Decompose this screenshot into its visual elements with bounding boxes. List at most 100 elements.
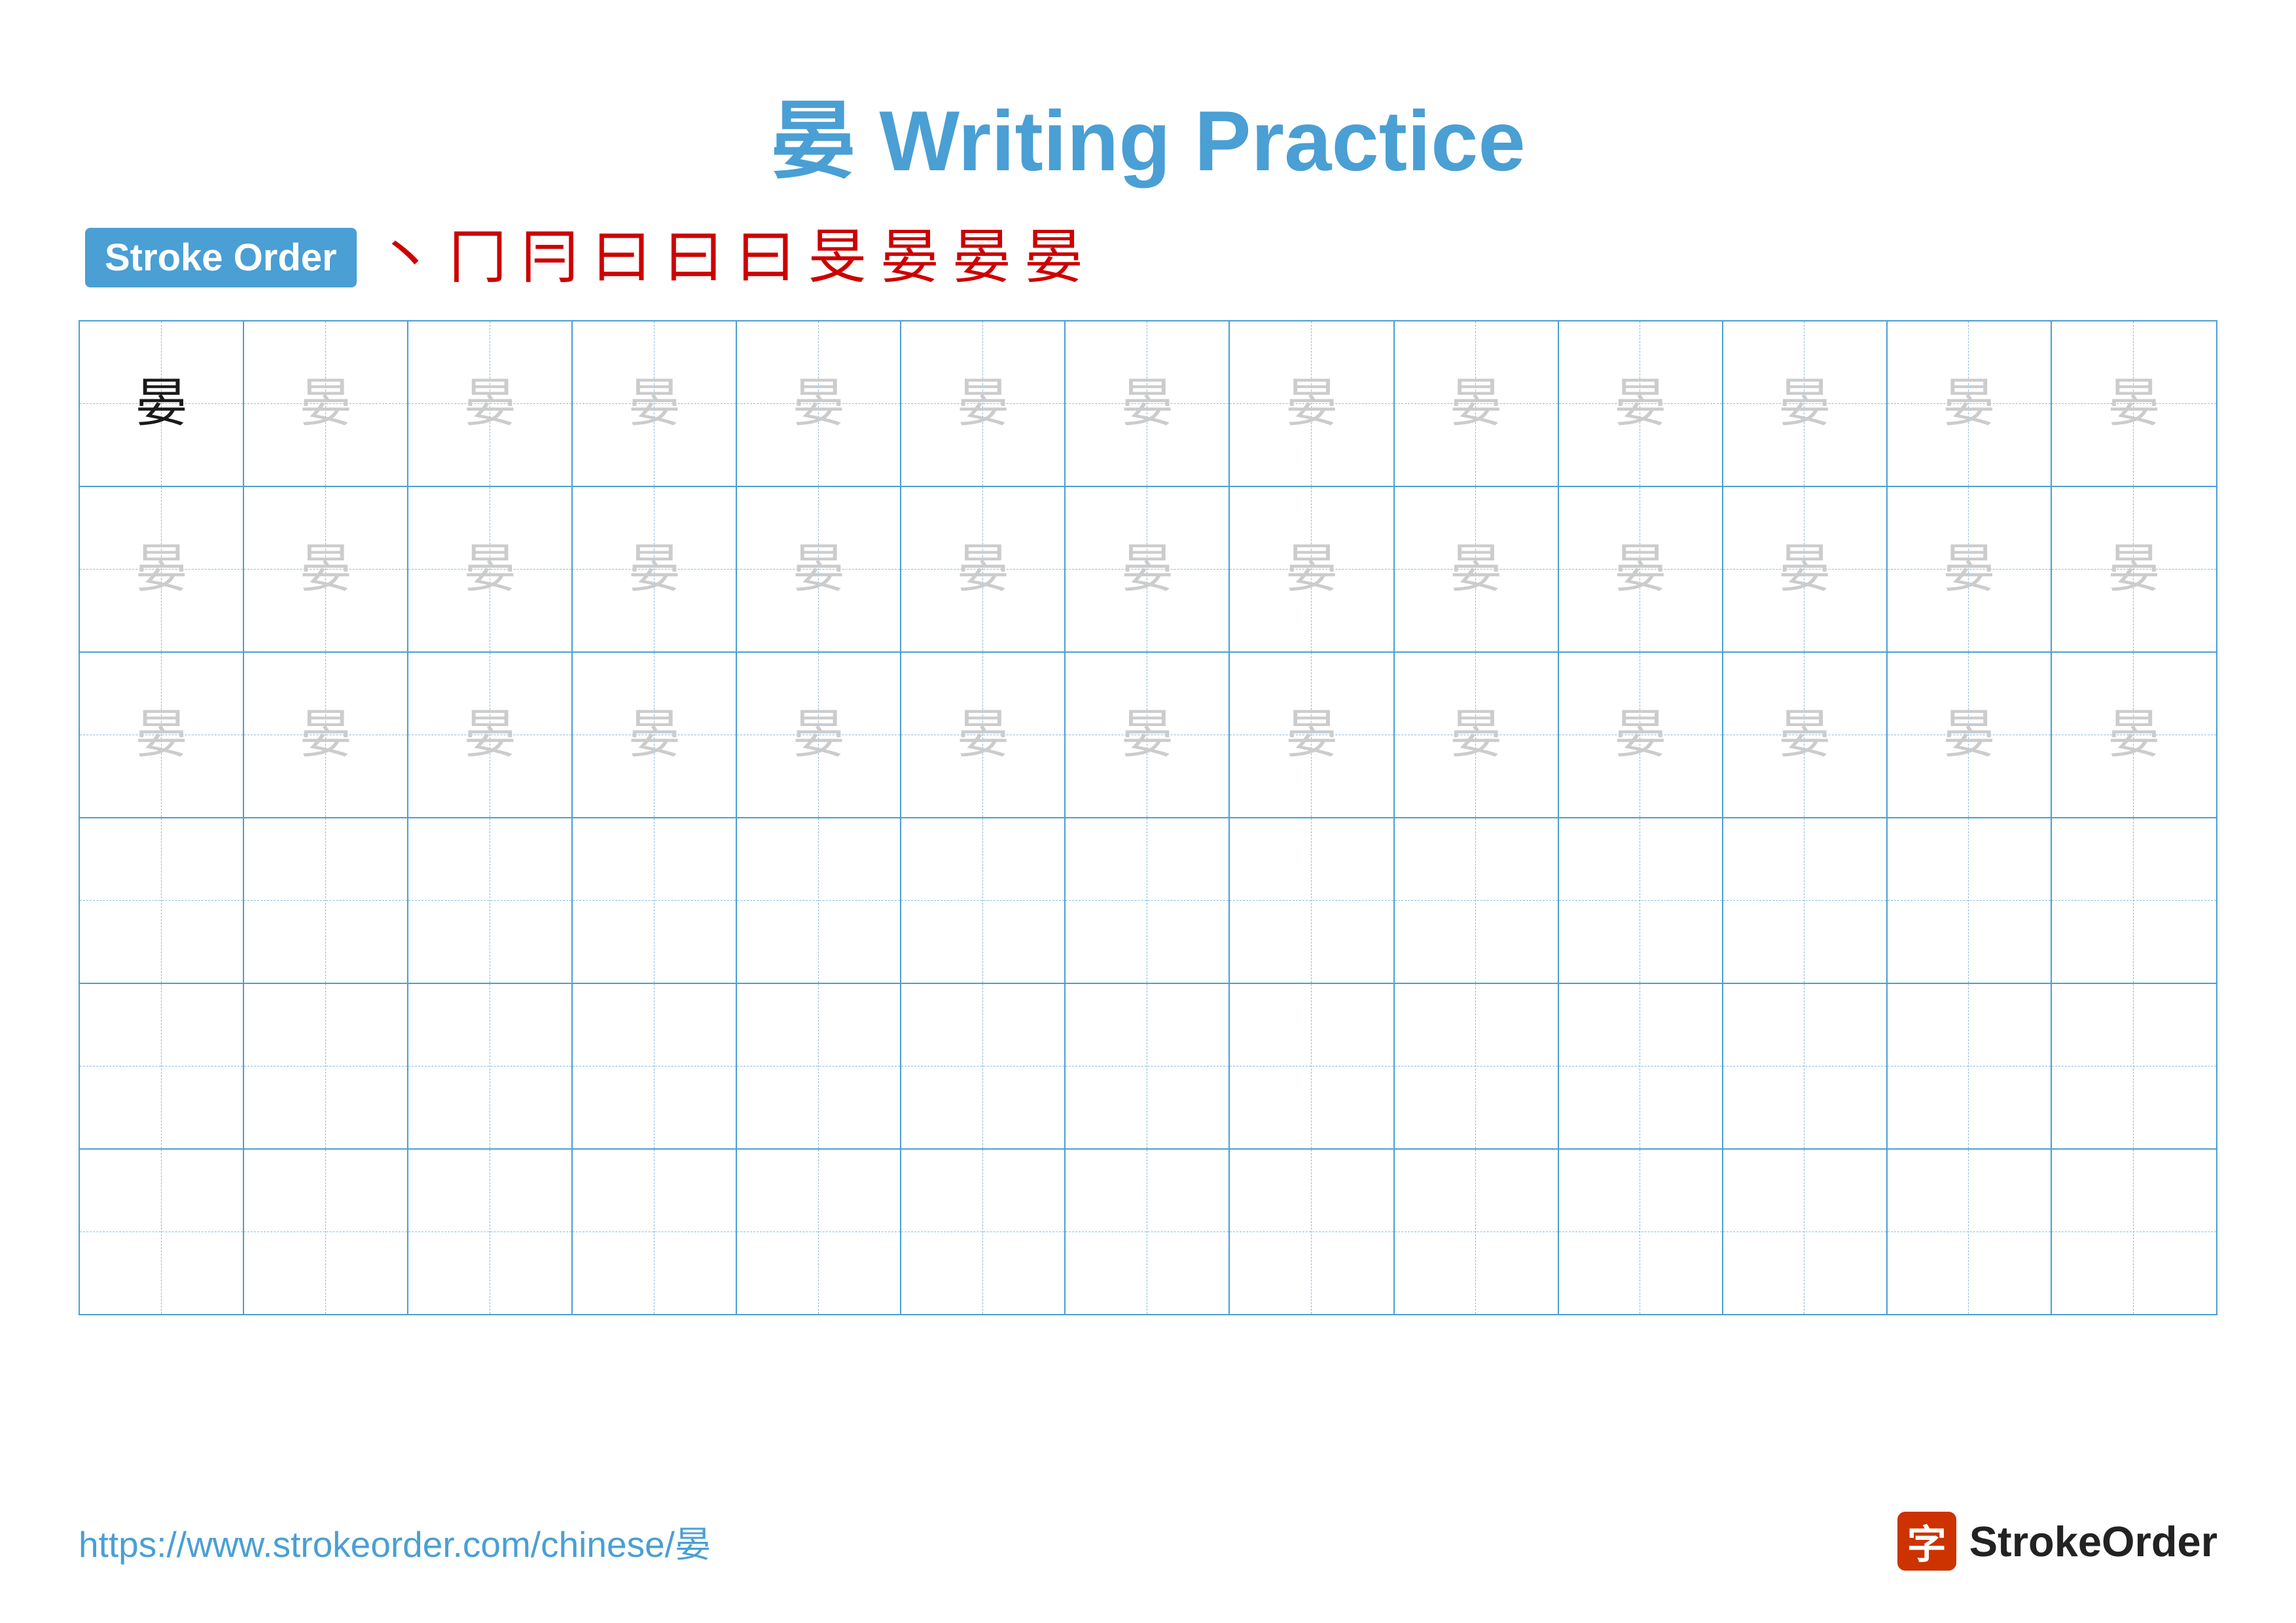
grid-cell-1-1[interactable]: 晏 [80,321,244,486]
grid-cell-3-13[interactable]: 晏 [2052,653,2216,817]
grid-cell-4-1[interactable] [80,818,244,983]
grid-cell-5-3[interactable] [408,984,573,1148]
grid-cell-4-12[interactable] [1888,818,2052,983]
page-title: 晏 Writing Practice [770,93,1525,189]
grid-cell-6-6[interactable] [901,1150,1066,1314]
stroke-step-4: 曰 [592,228,651,287]
grid-cell-4-7[interactable] [1066,818,1230,983]
grid-cell-6-5[interactable] [737,1150,901,1314]
grid-cell-1-3[interactable]: 晏 [408,321,573,486]
logo-char: 字 [1907,1513,1946,1570]
grid-cell-4-11[interactable] [1723,818,1888,983]
grid-cell-6-8[interactable] [1230,1150,1394,1314]
grid-cell-2-8[interactable]: 晏 [1230,487,1394,651]
footer-logo: 字 StrokeOrder [1897,1512,2217,1571]
grid-cell-3-10[interactable]: 晏 [1559,653,1723,817]
grid-cell-5-4[interactable] [573,984,737,1148]
grid-cell-4-4[interactable] [573,818,737,983]
grid-row-2: 晏 晏 晏 晏 晏 晏 晏 晏 晏 晏 晏 晏 晏 [80,487,2216,653]
char-light: 晏 [1450,709,1502,761]
grid-cell-2-12[interactable]: 晏 [1888,487,2052,651]
grid-cell-2-5[interactable]: 晏 [737,487,901,651]
stroke-step-8: 晏 [880,228,939,287]
grid-cell-1-2[interactable]: 晏 [244,321,408,486]
char-light: 晏 [464,709,516,761]
grid-cell-3-11[interactable]: 晏 [1723,653,1888,817]
grid-cell-5-12[interactable] [1888,984,2052,1148]
char-light: 晏 [1614,709,1666,761]
grid-cell-1-8[interactable]: 晏 [1230,321,1394,486]
grid-cell-6-13[interactable] [2052,1150,2216,1314]
grid-cell-2-11[interactable]: 晏 [1723,487,1888,651]
grid-cell-6-12[interactable] [1888,1150,2052,1314]
char-light: 晏 [628,543,681,596]
grid-cell-6-10[interactable] [1559,1150,1723,1314]
grid-cell-3-1[interactable]: 晏 [80,653,244,817]
grid-cell-2-10[interactable]: 晏 [1559,487,1723,651]
char-light: 晏 [1450,543,1502,596]
grid-cell-5-5[interactable] [737,984,901,1148]
grid-cell-3-9[interactable]: 晏 [1395,653,1559,817]
grid-cell-4-8[interactable] [1230,818,1394,983]
grid-cell-2-2[interactable]: 晏 [244,487,408,651]
grid-cell-2-3[interactable]: 晏 [408,487,573,651]
grid-cell-5-1[interactable] [80,984,244,1148]
grid-cell-1-5[interactable]: 晏 [737,321,901,486]
grid-cell-1-9[interactable]: 晏 [1395,321,1559,486]
grid-cell-4-9[interactable] [1395,818,1559,983]
grid-cell-3-3[interactable]: 晏 [408,653,573,817]
grid-cell-5-2[interactable] [244,984,408,1148]
grid-row-3: 晏 晏 晏 晏 晏 晏 晏 晏 晏 晏 晏 晏 晏 [80,653,2216,818]
grid-cell-5-11[interactable] [1723,984,1888,1148]
grid-cell-4-13[interactable] [2052,818,2216,983]
grid-cell-3-7[interactable]: 晏 [1066,653,1230,817]
grid-cell-6-1[interactable] [80,1150,244,1314]
grid-cell-3-12[interactable]: 晏 [1888,653,2052,817]
grid-cell-4-5[interactable] [737,818,901,983]
char-light: 晏 [1121,378,1174,430]
char-light: 晏 [628,709,681,761]
grid-cell-6-11[interactable] [1723,1150,1888,1314]
char-light: 晏 [300,709,352,761]
grid-cell-1-12[interactable]: 晏 [1888,321,2052,486]
grid-cell-1-13[interactable]: 晏 [2052,321,2216,486]
char-light: 晏 [464,378,516,430]
grid-cell-5-8[interactable] [1230,984,1394,1148]
char-light: 晏 [1285,543,1338,596]
grid-cell-2-6[interactable]: 晏 [901,487,1066,651]
stroke-step-5: 曰 [664,228,723,287]
char-light: 晏 [1614,378,1666,430]
footer-url[interactable]: https://www.strokeorder.com/chinese/晏 [79,1515,711,1567]
grid-cell-4-3[interactable] [408,818,573,983]
grid-cell-2-7[interactable]: 晏 [1066,487,1230,651]
grid-cell-3-6[interactable]: 晏 [901,653,1066,817]
grid-cell-5-10[interactable] [1559,984,1723,1148]
grid-cell-5-6[interactable] [901,984,1066,1148]
grid-cell-6-7[interactable] [1066,1150,1230,1314]
stroke-step-3: 冃 [520,228,579,287]
grid-cell-5-13[interactable] [2052,984,2216,1148]
grid-cell-4-10[interactable] [1559,818,1723,983]
grid-cell-1-10[interactable]: 晏 [1559,321,1723,486]
grid-cell-6-4[interactable] [573,1150,737,1314]
grid-cell-4-2[interactable] [244,818,408,983]
grid-cell-5-7[interactable] [1066,984,1230,1148]
grid-cell-1-11[interactable]: 晏 [1723,321,1888,486]
grid-cell-3-4[interactable]: 晏 [573,653,737,817]
grid-cell-1-4[interactable]: 晏 [573,321,737,486]
grid-cell-1-6[interactable]: 晏 [901,321,1066,486]
grid-cell-2-1[interactable]: 晏 [80,487,244,651]
grid-cell-2-9[interactable]: 晏 [1395,487,1559,651]
grid-cell-3-2[interactable]: 晏 [244,653,408,817]
grid-cell-6-3[interactable] [408,1150,573,1314]
grid-cell-1-7[interactable]: 晏 [1066,321,1230,486]
grid-cell-6-9[interactable] [1395,1150,1559,1314]
grid-cell-6-2[interactable] [244,1150,408,1314]
grid-cell-2-13[interactable]: 晏 [2052,487,2216,651]
grid-cell-2-4[interactable]: 晏 [573,487,737,651]
char-dark: 晏 [135,378,188,430]
grid-cell-4-6[interactable] [901,818,1066,983]
grid-cell-3-5[interactable]: 晏 [737,653,901,817]
grid-cell-5-9[interactable] [1395,984,1559,1148]
grid-cell-3-8[interactable]: 晏 [1230,653,1394,817]
